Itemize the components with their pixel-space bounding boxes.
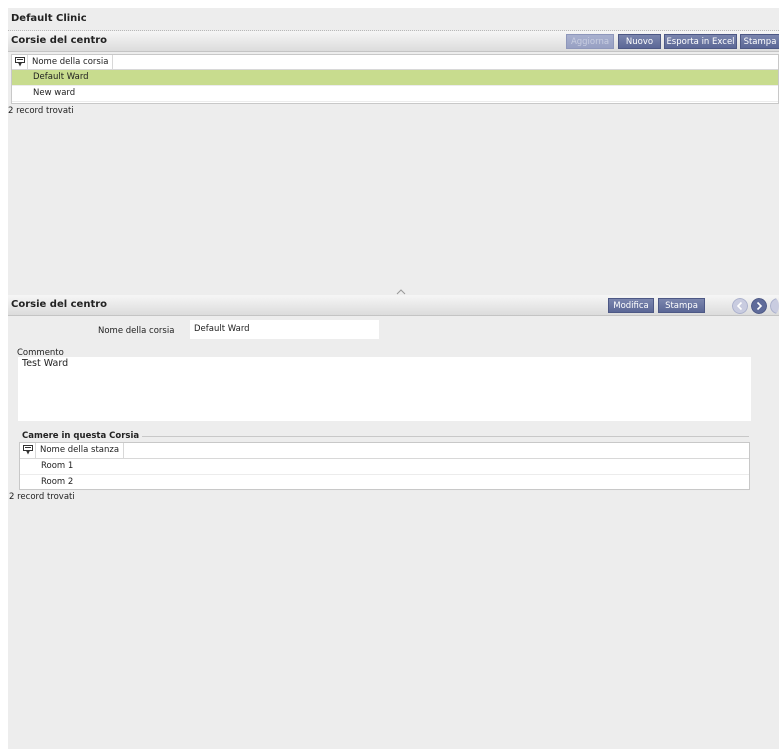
new-button[interactable]: Nuovo <box>618 34 661 49</box>
app-title: Default Clinic <box>11 13 87 24</box>
table-row[interactable]: Room 1 <box>20 459 749 475</box>
rooms-grid: Nome della stanza Room 1 Room 2 <box>19 442 750 491</box>
rooms-grid-header: Nome della stanza <box>20 443 749 459</box>
last-arrow-icon[interactable] <box>770 298 779 314</box>
ward-name-field[interactable]: Default Ward <box>190 320 379 339</box>
table-row[interactable]: New ward <box>12 86 778 102</box>
edit-button[interactable]: Modifica <box>608 298 654 313</box>
detail-print-button[interactable]: Stampa <box>658 298 705 313</box>
wards-list-header: Corsie del centro Aggiorna Nuovo Esporta… <box>8 31 779 52</box>
ward-detail-title: Corsie del centro <box>11 299 108 310</box>
column-header-ward-name[interactable]: Nome della corsia <box>27 55 114 69</box>
ward-name-cell: Default Ward <box>33 72 89 82</box>
ward-name-cell: New ward <box>33 88 76 98</box>
app-window: Default Clinic Corsie del centro Aggiorn… <box>8 8 779 749</box>
refresh-button[interactable]: Aggiorna <box>566 34 614 49</box>
wards-grid-header: Nome della corsia <box>12 55 778 70</box>
wards-list-title: Corsie del centro <box>11 35 108 46</box>
room-name-cell: Room 1 <box>41 461 74 471</box>
comment-field[interactable]: Test Ward <box>18 357 751 421</box>
ward-name-label: Nome della corsia <box>98 326 175 336</box>
next-arrow-icon[interactable] <box>751 298 767 314</box>
wards-record-count: 2 record trovati <box>8 106 74 116</box>
table-row[interactable]: Default Ward <box>12 70 778 86</box>
print-button[interactable]: Stampa <box>740 34 779 49</box>
room-name-cell: Room 2 <box>41 477 74 487</box>
rooms-record-count: 2 record trovati <box>9 492 75 502</box>
prev-arrow-icon[interactable] <box>732 298 748 314</box>
table-row[interactable]: Room 2 <box>20 475 749 491</box>
filter-icon[interactable] <box>23 445 33 455</box>
wards-grid: Nome della corsia Default Ward New ward <box>11 54 779 104</box>
app-title-bar: Default Clinic <box>8 8 779 31</box>
ward-detail-header: Corsie del centro Modifica Stampa <box>8 295 779 316</box>
export-excel-button[interactable]: Esporta in Excel <box>664 34 737 49</box>
column-header-room-name[interactable]: Nome della stanza <box>35 443 125 458</box>
rooms-section-title: Camere in questa Corsia <box>22 431 143 441</box>
filter-icon[interactable] <box>15 57 25 67</box>
